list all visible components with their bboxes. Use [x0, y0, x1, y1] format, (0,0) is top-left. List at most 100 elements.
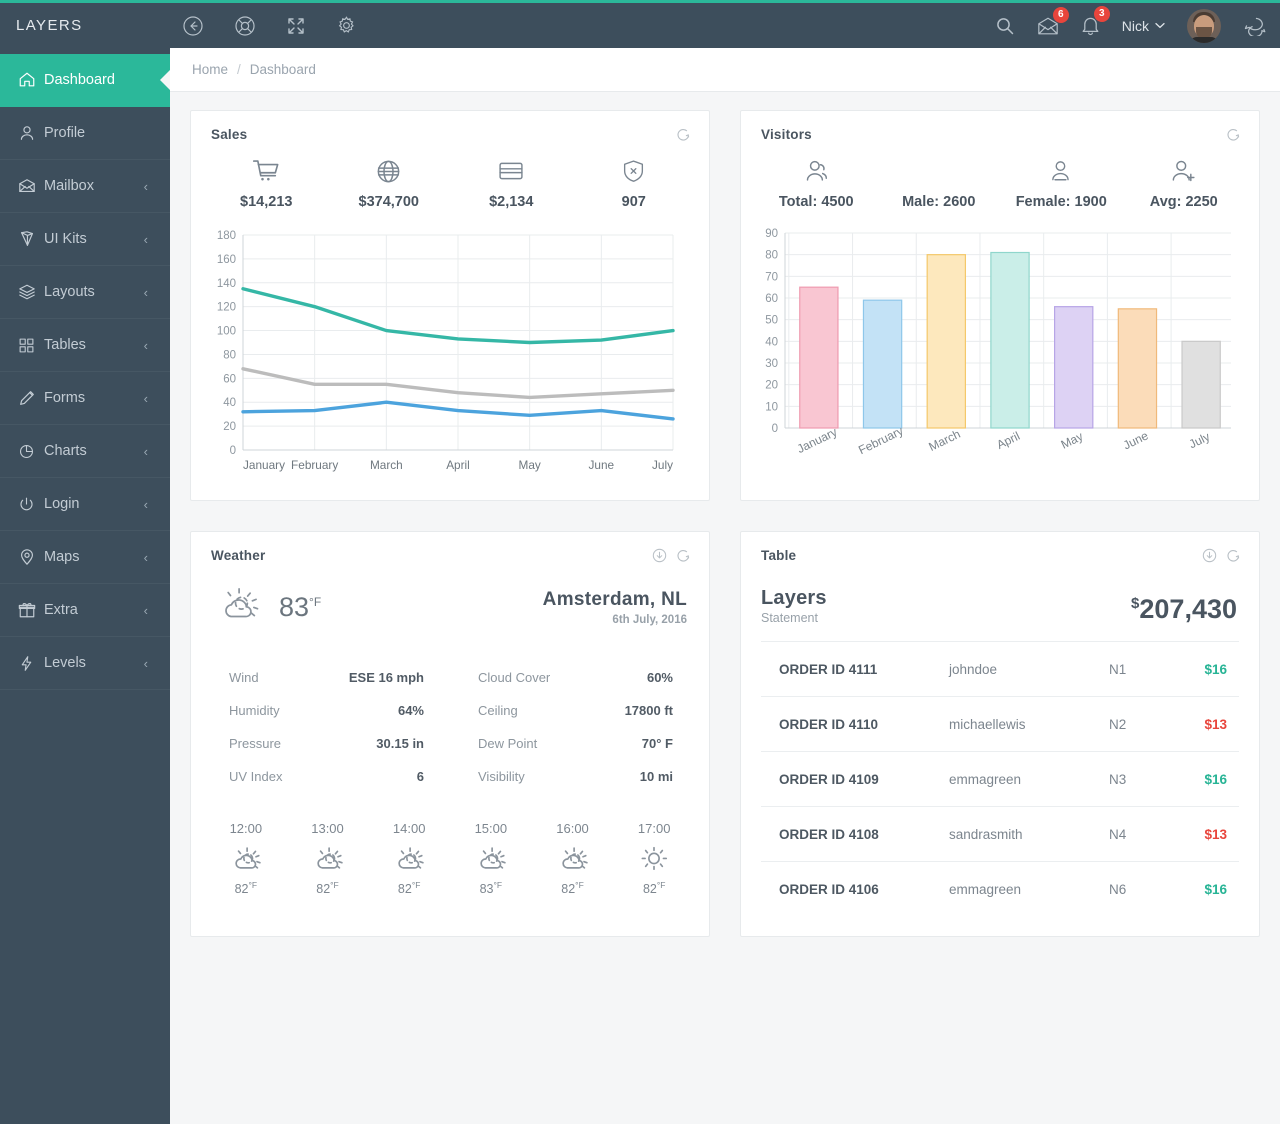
sidebar-item-layouts[interactable]: Layouts ‹	[0, 266, 170, 319]
refresh-icon[interactable]	[676, 548, 691, 563]
order-code: N4	[1109, 826, 1127, 842]
visitors-chart: 0 10 20 30 40 50 60 70 80 90 January February March A…	[741, 211, 1259, 500]
svg-text:January: January	[243, 458, 285, 472]
svg-text:20: 20	[223, 421, 236, 433]
stat-value: Female: 1900	[1015, 194, 1107, 210]
table-summary-labels: Layers Statement	[761, 587, 827, 625]
stat-value: $2,134	[489, 194, 534, 210]
svg-text:140: 140	[217, 278, 236, 290]
pie-chart-icon	[18, 443, 44, 460]
main-content: Home / Dashboard Sales $14,213 $374,700 $2…	[170, 48, 1280, 1124]
refresh-icon[interactable]	[676, 127, 691, 142]
search-icon[interactable]	[995, 16, 1015, 36]
weather-detail-key: Wind	[229, 670, 259, 685]
download-icon[interactable]	[652, 548, 667, 563]
notifications-button[interactable]: 3	[1081, 6, 1110, 36]
weather-date: 6th July, 2016	[612, 613, 687, 626]
svg-text:July: July	[1187, 429, 1212, 451]
table-row[interactable]: ORDER ID 4106 emmagreen N6 $16	[761, 861, 1239, 916]
sidebar-item-forms[interactable]: Forms ‹	[0, 372, 170, 425]
weather-detail-key: Cloud Cover	[478, 670, 551, 685]
stat-item: Female: 1900	[1000, 154, 1123, 211]
svg-text:120: 120	[217, 302, 236, 314]
svg-text:50: 50	[765, 315, 778, 327]
chat-icon[interactable]	[1243, 16, 1266, 36]
brand-logo[interactable]: LAYERS	[0, 3, 170, 48]
refresh-icon[interactable]	[1226, 127, 1241, 142]
weather-card-tools	[652, 548, 691, 563]
weather-hour-item: 14:00 82°F	[368, 821, 450, 896]
table-summary-name: Layers	[761, 587, 827, 609]
avatar[interactable]	[1187, 8, 1221, 43]
svg-text:20: 20	[765, 380, 778, 392]
order-id: ORDER ID 4106	[779, 881, 879, 897]
sidebar-item-charts[interactable]: Charts ‹	[0, 425, 170, 478]
sidebar: Dashboard Profile Mailbox ‹ UI Kits ‹ Layouts ‹…	[0, 48, 170, 1124]
weather-detail-row: Pressure 30.15 in	[215, 727, 436, 760]
sidebar-item-login[interactable]: Login ‹	[0, 478, 170, 531]
weather-hour-temp: 82°F	[397, 880, 421, 897]
table-row[interactable]: ORDER ID 4108 sandrasmith N4 $13	[761, 806, 1239, 861]
gear-icon[interactable]	[336, 15, 357, 36]
weather-hour-time: 17:00	[637, 821, 671, 836]
refresh-icon[interactable]	[1226, 548, 1241, 563]
sidebar-item-maps[interactable]: Maps ‹	[0, 531, 170, 584]
svg-text:April: April	[446, 458, 470, 472]
sales-line-chart-svg: 0 20 40 60 80 100 120 140 160 180 January February M…	[217, 230, 675, 472]
breadcrumb-home[interactable]: Home	[192, 62, 228, 77]
weather-details-left: Wind ESE 16 mph Humidity 64% Pressure 30.15 i…	[215, 661, 436, 793]
weather-hour-item: 16:00 82°F	[532, 821, 614, 896]
bolt-icon	[18, 655, 44, 672]
order-amount: $16	[1204, 881, 1227, 897]
sales-card-header: Sales	[191, 111, 709, 148]
header-left-icons	[182, 15, 357, 37]
cart-icon	[205, 154, 328, 188]
table-row[interactable]: ORDER ID 4110 michaellewis N2 $13	[761, 696, 1239, 751]
weather-hour-time: 12:00	[229, 821, 263, 836]
users-icon	[755, 154, 878, 188]
weather-location: Amsterdam, NL 6th July, 2016	[543, 589, 687, 626]
user-menu[interactable]: Nick	[1122, 18, 1165, 34]
visitors-stats-row: Total: 4500 Male: 2600 Female: 1900 Avg: 22…	[741, 148, 1259, 211]
table-rows: ORDER ID 4111 johndoe N1 $16 ORDER ID 4110 mi…	[741, 641, 1259, 936]
sidebar-item-profile[interactable]: Profile	[0, 107, 170, 160]
sidebar-item-tables[interactable]: Tables ‹	[0, 319, 170, 372]
weather-current: 83°F Amsterdam, NL 6th July, 2016	[191, 569, 709, 631]
diamond-icon	[18, 230, 44, 248]
sun-cloud-icon	[368, 842, 450, 876]
download-icon[interactable]	[1202, 548, 1217, 563]
sidebar-item-extra[interactable]: Extra ‹	[0, 584, 170, 637]
table-card-header: Table	[741, 532, 1259, 569]
sales-card: Sales $14,213 $374,700 $2,134 907 0 20 40 60 80…	[190, 110, 710, 501]
weather-hourly-forecast: 12:00 82°F 13:00 82°F 14:00 82°F 15:00 83°F 16:0…	[191, 793, 709, 918]
sidebar-item-ui-kits[interactable]: UI Kits ‹	[0, 213, 170, 266]
weather-card: Weather 83°F Amsterdam, NL 6th July, 201…	[190, 531, 710, 937]
chevron-left-icon: ‹	[143, 602, 148, 618]
sales-stats-row: $14,213 $374,700 $2,134 907	[191, 148, 709, 211]
stat-value: $374,700	[358, 194, 419, 210]
sidebar-item-levels[interactable]: Levels ‹	[0, 637, 170, 690]
chevron-left-icon: ‹	[143, 549, 148, 565]
back-arrow-icon[interactable]	[182, 15, 204, 37]
dashboard-grid: Sales $14,213 $374,700 $2,134 907 0 20 40 60 80…	[170, 92, 1280, 955]
svg-text:February: February	[291, 458, 338, 472]
stat-value: Avg: 2250	[1149, 194, 1218, 210]
sidebar-item-dashboard[interactable]: Dashboard	[0, 54, 170, 107]
user-icon	[878, 154, 1001, 188]
table-row[interactable]: ORDER ID 4109 emmagreen N3 $16	[761, 751, 1239, 806]
weather-hour-time: 14:00	[392, 821, 426, 836]
svg-text:80: 80	[765, 250, 778, 262]
weather-hour-temp: 82°F	[316, 880, 339, 897]
order-id: ORDER ID 4110	[779, 716, 879, 732]
stat-item: $2,134	[450, 154, 573, 211]
weather-hour-item: 13:00 82°F	[287, 821, 369, 896]
table-row[interactable]: ORDER ID 4111 johndoe N1 $16	[761, 641, 1239, 696]
sidebar-item-label: Login	[44, 496, 80, 512]
mail-button[interactable]: 6	[1037, 6, 1069, 36]
envelope-icon	[18, 177, 44, 195]
stat-item: 907	[573, 154, 696, 211]
sidebar-item-label: Tables	[44, 337, 86, 353]
lifebuoy-icon[interactable]	[234, 15, 256, 37]
sidebar-item-mailbox[interactable]: Mailbox ‹	[0, 160, 170, 213]
fullscreen-icon[interactable]	[286, 16, 306, 36]
